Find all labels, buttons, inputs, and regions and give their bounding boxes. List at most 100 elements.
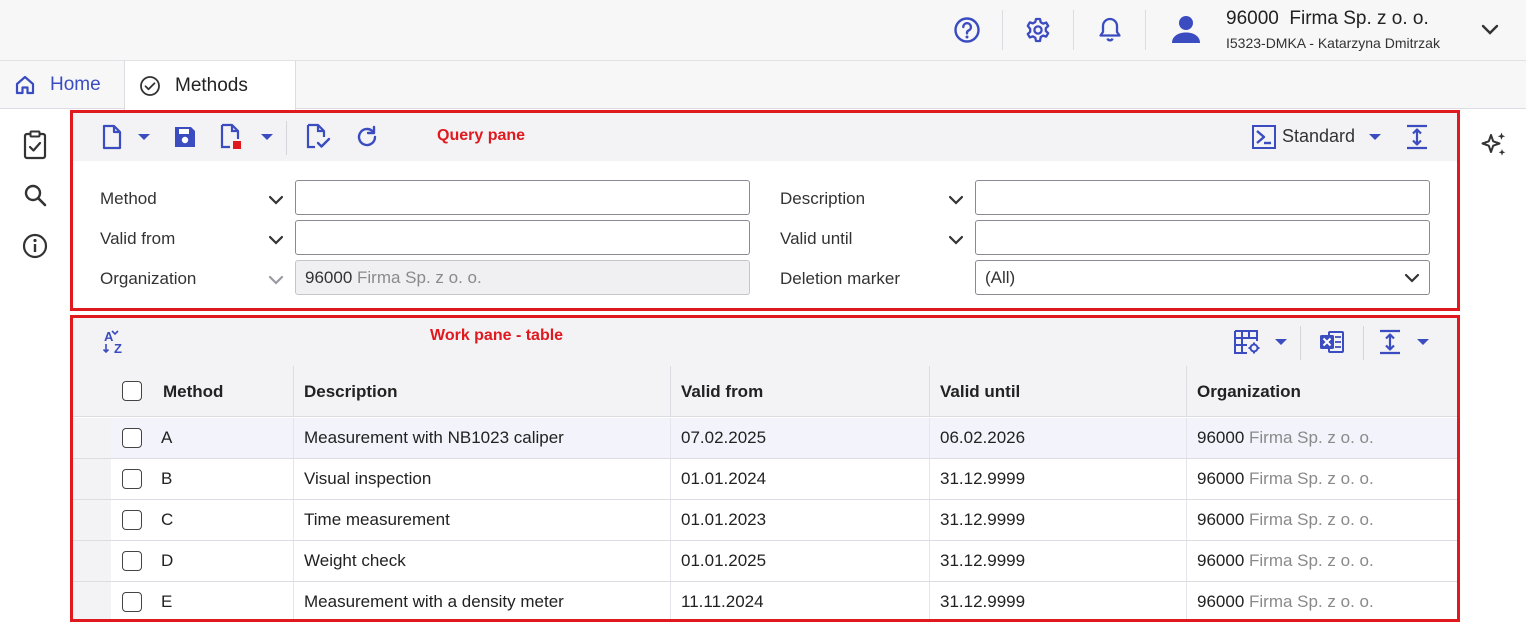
table-settings-caret[interactable] [1274, 326, 1288, 358]
chevron-down-icon[interactable] [266, 190, 286, 210]
description-input[interactable] [975, 180, 1430, 215]
row-height-icon[interactable] [1403, 121, 1431, 153]
view-dropdown-caret[interactable] [1368, 121, 1382, 153]
row-gutter [73, 582, 111, 619]
tab-methods[interactable]: Methods [124, 61, 296, 110]
row-height-caret[interactable] [1416, 326, 1430, 358]
delete-document-icon[interactable] [217, 121, 245, 153]
org-name: Firma Sp. z o. o. [1249, 428, 1374, 447]
sparkle-icon[interactable] [1479, 130, 1509, 160]
separator [286, 121, 287, 155]
tab-home[interactable]: Home [0, 61, 124, 109]
cell-valid-until: 31.12.9999 [929, 541, 1186, 581]
table-settings-icon[interactable] [1231, 326, 1263, 358]
view-label[interactable]: Standard [1282, 126, 1355, 147]
search-icon[interactable] [20, 180, 50, 210]
home-icon [14, 74, 36, 96]
row-gutter [73, 541, 111, 581]
document-check-icon[interactable] [303, 121, 333, 153]
cell-valid-until: 06.02.2026 [929, 418, 1186, 458]
cell-method: D [161, 551, 174, 570]
table-row[interactable]: E Measurement with a density meter 11.11… [73, 582, 1457, 619]
table-row[interactable]: A Measurement with NB1023 caliper 07.02.… [73, 418, 1457, 459]
svg-text:Z: Z [114, 341, 122, 355]
chevron-down-icon[interactable] [946, 190, 966, 210]
row-height-icon[interactable] [1376, 326, 1404, 358]
cell-valid-from: 01.01.2023 [670, 500, 929, 540]
cell-valid-from: 07.02.2025 [670, 418, 929, 458]
method-label: Method [100, 189, 157, 208]
deletion-marker-value: (All) [985, 267, 1016, 287]
org-code: 96000 [1197, 551, 1245, 570]
column-header-valid-from[interactable]: Valid from [670, 366, 929, 417]
valid-from-input[interactable] [295, 220, 750, 255]
excel-export-icon[interactable] [1317, 326, 1347, 358]
chevron-down-icon[interactable] [946, 230, 966, 250]
cell-method: B [161, 469, 173, 488]
column-header-description[interactable]: Description [293, 366, 670, 417]
cell-valid-from: 01.01.2025 [670, 541, 929, 581]
cell-organization: 96000 Firma Sp. z o. o. [1186, 459, 1444, 499]
column-header-valid-until[interactable]: Valid until [929, 366, 1186, 417]
cell-description: Visual inspection [293, 459, 670, 499]
organization-label: Organization [100, 269, 197, 288]
cell-description: Measurement with NB1023 caliper [293, 418, 670, 458]
column-header-organization[interactable]: Organization [1186, 366, 1457, 417]
help-icon[interactable] [951, 14, 983, 46]
query-pane: Query pane Standard Method Description V… [70, 110, 1460, 311]
column-header-method[interactable]: Method [153, 366, 293, 417]
row-checkbox[interactable] [122, 469, 142, 489]
row-gutter [73, 459, 111, 499]
row-checkbox[interactable] [122, 592, 142, 612]
cell-description: Time measurement [293, 500, 670, 540]
table-row[interactable]: B Visual inspection 01.01.2024 31.12.999… [73, 459, 1457, 500]
company-name: 96000 Firma Sp. z o. o. [1226, 8, 1429, 29]
org-name: Firma Sp. z o. o. [1249, 551, 1374, 570]
separator [1363, 326, 1364, 360]
table-row[interactable]: C Time measurement 01.01.2023 31.12.9999… [73, 500, 1457, 541]
org-code: 96000 [1197, 469, 1245, 488]
description-label: Description [780, 189, 866, 208]
chevron-down-icon[interactable] [1474, 14, 1506, 46]
method-input[interactable] [295, 180, 750, 215]
org-name: Firma Sp. z o. o. [1249, 510, 1374, 529]
cell-method: E [161, 592, 173, 611]
view-selector-icon[interactable] [1249, 121, 1279, 153]
table-row[interactable]: D Weight check 01.01.2025 31.12.9999 960… [73, 541, 1457, 582]
select-all-checkbox[interactable] [122, 381, 142, 401]
save-icon[interactable] [171, 121, 199, 153]
deletion-marker-select[interactable]: (All) [975, 260, 1430, 295]
table-header: Method Description Valid from Valid unti… [73, 366, 1457, 417]
user-icon[interactable] [1169, 12, 1203, 46]
cell-valid-from: 01.01.2024 [670, 459, 929, 499]
info-icon[interactable] [20, 231, 50, 261]
organization-name: Firma Sp. z o. o. [357, 267, 482, 287]
refresh-icon[interactable] [353, 121, 381, 153]
new-document-icon[interactable] [98, 121, 126, 153]
chevron-down-icon [1404, 273, 1420, 283]
valid-from-label: Valid from [100, 229, 176, 248]
new-dropdown-caret[interactable] [137, 121, 151, 153]
delete-dropdown-caret[interactable] [260, 121, 274, 153]
org-code: 96000 [1197, 592, 1245, 611]
query-toolbar: Query pane Standard [73, 113, 1457, 161]
row-checkbox[interactable] [122, 551, 142, 571]
cell-method: A [161, 428, 173, 447]
row-checkbox[interactable] [122, 510, 142, 530]
sort-az-icon[interactable]: AZ [100, 326, 132, 358]
cell-description: Weight check [293, 541, 670, 581]
tab-home-label: Home [50, 74, 101, 95]
cell-valid-from: 11.11.2024 [670, 582, 929, 619]
bell-icon[interactable] [1094, 14, 1126, 46]
organization-input: 96000 Firma Sp. z o. o. [295, 260, 750, 295]
chevron-down-icon[interactable] [266, 230, 286, 250]
separator [1145, 10, 1146, 50]
cell-description: Measurement with a density meter [293, 582, 670, 619]
cell-valid-until: 31.12.9999 [929, 582, 1186, 619]
valid-until-label: Valid until [780, 229, 853, 248]
gear-icon[interactable] [1022, 14, 1054, 46]
valid-until-input[interactable] [975, 220, 1430, 255]
work-toolbar: AZ Work pane - table [73, 318, 1457, 366]
clipboard-check-icon[interactable] [20, 130, 50, 160]
row-checkbox[interactable] [122, 428, 142, 448]
